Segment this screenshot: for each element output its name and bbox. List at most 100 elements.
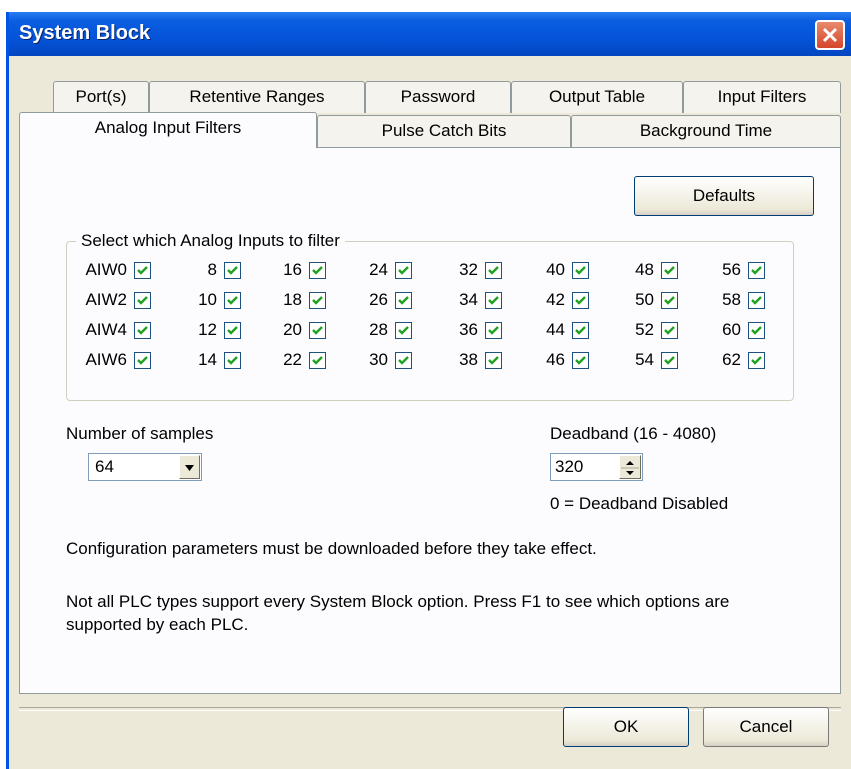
checkmark-icon	[312, 356, 323, 365]
checkmark-icon	[137, 266, 148, 275]
analog-input-checkbox[interactable]	[134, 352, 151, 369]
analog-input-label: 20	[283, 320, 302, 339]
analog-input-checkbox[interactable]	[661, 262, 678, 279]
title-bar[interactable]: System Block	[9, 12, 851, 56]
deadband-note: 0 = Deadband Disabled	[550, 494, 729, 513]
analog-input-label: AIW0	[85, 260, 127, 279]
checkmark-icon	[227, 296, 238, 305]
checkmark-icon	[312, 266, 323, 275]
analog-input-label: AIW4	[85, 320, 127, 339]
analog-input-checkbox[interactable]	[748, 352, 765, 369]
analog-input-label: 50	[635, 290, 654, 309]
close-button[interactable]	[815, 20, 845, 50]
system-block-dialog: System Block Port(s) Retentive Ranges Pa…	[6, 12, 851, 769]
analog-input-checkbox[interactable]	[309, 352, 326, 369]
analog-input-label: 10	[198, 290, 217, 309]
analog-input-label: 8	[207, 260, 217, 279]
analog-input-checkbox[interactable]	[395, 262, 412, 279]
analog-input-checkbox[interactable]	[309, 262, 326, 279]
deadband-spinner[interactable]: 320	[550, 453, 643, 481]
spinner-buttons[interactable]	[619, 455, 641, 479]
ok-button[interactable]: OK	[563, 707, 689, 747]
checkmark-icon	[751, 356, 762, 365]
checkmark-icon	[137, 326, 148, 335]
analog-input-checkbox[interactable]	[224, 292, 241, 309]
dropdown-button[interactable]	[179, 455, 200, 479]
analog-input-label: AIW2	[85, 290, 127, 309]
samples-select[interactable]: 64	[88, 453, 202, 481]
plc-message-line1: Not all PLC types support every System B…	[66, 592, 730, 611]
tab-background-time[interactable]: Background Time	[571, 115, 841, 147]
analog-input-checkbox[interactable]	[309, 292, 326, 309]
tab-output-table[interactable]: Output Table	[511, 81, 683, 113]
analog-input-checkbox[interactable]	[224, 262, 241, 279]
cancel-button[interactable]: Cancel	[703, 707, 829, 747]
analog-input-label: 52	[635, 320, 654, 339]
analog-input-checkbox[interactable]	[395, 352, 412, 369]
checkmark-icon	[575, 326, 586, 335]
analog-input-checkbox[interactable]	[748, 262, 765, 279]
analog-input-checkbox[interactable]	[134, 322, 151, 339]
checkmark-icon	[312, 326, 323, 335]
analog-input-label: 14	[198, 350, 217, 369]
cancel-label: Cancel	[739, 717, 793, 736]
checkmark-icon	[488, 356, 499, 365]
analog-input-label: 54	[635, 350, 654, 369]
analog-input-checkbox[interactable]	[224, 322, 241, 339]
analog-input-label: 22	[283, 350, 302, 369]
analog-input-checkbox[interactable]	[224, 352, 241, 369]
tab-password[interactable]: Password	[365, 81, 511, 113]
defaults-button[interactable]: Defaults	[634, 176, 814, 216]
defaults-label: Defaults	[692, 186, 756, 205]
tab-label: Output Table	[548, 87, 646, 106]
analog-input-label: 40	[546, 260, 565, 279]
tab-ports[interactable]: Port(s)	[53, 81, 149, 113]
analog-inputs-group: Select which Analog Inputs to filter AIW…	[66, 231, 794, 401]
analog-input-label: 60	[722, 320, 741, 339]
analog-input-label: 48	[635, 260, 654, 279]
tab-label: Background Time	[639, 121, 773, 140]
analog-input-checkbox[interactable]	[485, 292, 502, 309]
analog-input-label: 42	[546, 290, 565, 309]
config-message: Configuration parameters must be downloa…	[66, 539, 597, 558]
analog-input-checkbox[interactable]	[572, 322, 589, 339]
analog-input-checkbox[interactable]	[572, 262, 589, 279]
checkmark-icon	[227, 326, 238, 335]
analog-input-label: 44	[546, 320, 565, 339]
tab-input-filters[interactable]: Input Filters	[683, 81, 841, 113]
checkmark-icon	[398, 326, 409, 335]
tab-label: Pulse Catch Bits	[381, 121, 507, 140]
analog-input-label: 24	[369, 260, 388, 279]
analog-input-checkbox[interactable]	[134, 262, 151, 279]
analog-input-checkbox[interactable]	[395, 292, 412, 309]
analog-input-checkbox[interactable]	[395, 322, 412, 339]
deadband-value: 320	[555, 457, 584, 476]
tab-retentive-ranges[interactable]: Retentive Ranges	[149, 81, 365, 113]
analog-input-checkbox[interactable]	[661, 322, 678, 339]
samples-label: Number of samples	[66, 424, 214, 443]
analog-input-checkbox[interactable]	[134, 292, 151, 309]
analog-input-checkbox[interactable]	[661, 352, 678, 369]
analog-input-label: 18	[283, 290, 302, 309]
checkmark-icon	[664, 266, 675, 275]
analog-input-checkbox[interactable]	[485, 322, 502, 339]
analog-input-checkbox[interactable]	[661, 292, 678, 309]
analog-input-checkbox[interactable]	[572, 292, 589, 309]
analog-input-checkbox[interactable]	[485, 262, 502, 279]
checkmark-icon	[137, 356, 148, 365]
analog-input-checkbox[interactable]	[748, 292, 765, 309]
analog-input-checkbox[interactable]	[485, 352, 502, 369]
ok-label: OK	[613, 717, 639, 736]
checkmark-icon	[664, 296, 675, 305]
analog-input-checkbox[interactable]	[572, 352, 589, 369]
chevron-down-icon	[185, 465, 194, 471]
checkmark-icon	[398, 266, 409, 275]
tab-analog-input-filters[interactable]: Analog Input Filters	[19, 112, 317, 148]
analog-input-label: AIW6	[85, 350, 127, 369]
analog-input-checkbox[interactable]	[748, 322, 765, 339]
tab-label: Password	[400, 87, 476, 106]
analog-input-label: 56	[722, 260, 741, 279]
analog-input-checkbox[interactable]	[309, 322, 326, 339]
tab-pulse-catch-bits[interactable]: Pulse Catch Bits	[317, 115, 571, 147]
checkmark-icon	[488, 326, 499, 335]
